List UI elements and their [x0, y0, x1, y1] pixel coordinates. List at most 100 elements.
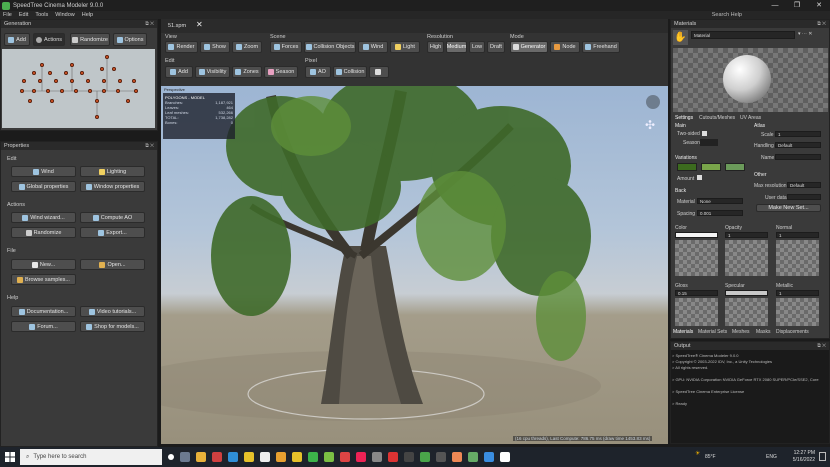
tab-material-sets[interactable]: Material Sets	[698, 329, 727, 335]
metallic-map-slot[interactable]	[776, 298, 819, 326]
tab-meshes[interactable]: Meshes	[732, 329, 750, 335]
3d-viewport[interactable]	[161, 86, 668, 444]
randomize-action-button[interactable]: Randomize	[11, 227, 76, 238]
generator-node[interactable]	[22, 79, 26, 83]
spacing-field[interactable]: 0.001	[697, 210, 743, 216]
menu-file[interactable]: File	[3, 12, 12, 18]
resolution-medium-button[interactable]: Medium	[446, 41, 467, 53]
vlc-icon[interactable]	[276, 452, 286, 462]
app-icon[interactable]	[404, 452, 414, 462]
resolution-high-button[interactable]: High	[427, 41, 444, 53]
app-icon[interactable]	[388, 452, 398, 462]
panel-menu-icon[interactable]: ⧉ ✕	[817, 20, 826, 28]
lighting-button[interactable]: Lighting	[80, 166, 145, 177]
collision-button[interactable]: Collision	[333, 66, 367, 78]
zones-button[interactable]: Zones	[232, 66, 262, 78]
generator-graph[interactable]	[2, 49, 155, 128]
variation-swatch[interactable]	[677, 163, 697, 171]
wind-button[interactable]: Wind	[11, 166, 76, 177]
gloss-map-slot[interactable]	[675, 298, 718, 326]
two-sided-checkbox[interactable]	[702, 131, 707, 136]
app-icon[interactable]	[308, 452, 318, 462]
ao-button[interactable]: AO	[305, 66, 331, 78]
app-icon[interactable]	[356, 452, 366, 462]
generator-node[interactable]	[64, 71, 68, 75]
window-properties-button[interactable]: Window properties	[80, 181, 145, 192]
menu-window[interactable]: Window	[55, 12, 75, 18]
material-options-icon[interactable]: ▾ ⋯ ✕	[798, 31, 812, 37]
forces-button[interactable]: Forces	[270, 41, 302, 53]
generator-node[interactable]	[70, 79, 74, 83]
max-res-dropdown[interactable]: Default	[787, 182, 821, 188]
generator-node[interactable]	[118, 79, 122, 83]
close-window-button[interactable]: ✕	[808, 0, 830, 11]
cortana-icon[interactable]	[168, 454, 174, 460]
generator-node[interactable]	[102, 89, 106, 93]
video-tutorials-button[interactable]: Video tutorials...	[80, 306, 145, 317]
variation-swatch[interactable]	[725, 163, 745, 171]
menu-help[interactable]: Help	[82, 12, 93, 18]
back-material-dropdown[interactable]: None	[697, 198, 743, 204]
generator-node[interactable]	[48, 71, 52, 75]
generator-node[interactable]	[60, 89, 64, 93]
menu-edit[interactable]: Edit	[19, 12, 28, 18]
generator-mode-button[interactable]: Generator	[510, 41, 548, 53]
app-icon[interactable]	[260, 452, 270, 462]
variation-swatch[interactable]	[701, 163, 721, 171]
app-icon[interactable]	[436, 452, 446, 462]
gloss-value-field[interactable]: 0.15	[675, 290, 718, 296]
app-icon[interactable]	[468, 452, 478, 462]
name-field[interactable]	[775, 154, 821, 160]
generator-node[interactable]	[102, 79, 106, 83]
scene-wind-button[interactable]: Wind	[358, 41, 388, 53]
opacity-value-field[interactable]: 1	[725, 232, 768, 238]
panel-menu-icon[interactable]: ⧉ ✕	[145, 142, 154, 150]
new-file-button[interactable]: New...	[11, 259, 76, 270]
task-view-icon[interactable]	[180, 452, 190, 462]
panel-menu-icon[interactable]: ⧉ ✕	[817, 342, 826, 350]
generator-node[interactable]	[20, 89, 24, 93]
pixel-extra-button[interactable]	[369, 66, 389, 78]
scale-field[interactable]: 1	[775, 131, 821, 137]
brave-icon[interactable]	[452, 452, 462, 462]
open-file-button[interactable]: Open...	[80, 259, 145, 270]
generator-node[interactable]	[126, 99, 130, 103]
normal-map-slot[interactable]	[776, 240, 819, 276]
specular-map-slot[interactable]	[725, 298, 768, 326]
tab-cutouts-meshes[interactable]: Cutouts/Meshes	[699, 115, 735, 121]
weather-temp[interactable]: 85°F	[705, 454, 716, 460]
app-icon[interactable]	[484, 452, 494, 462]
color-map-slot[interactable]	[675, 240, 718, 276]
wind-wizard-button[interactable]: Wind wizard...	[11, 212, 76, 223]
metallic-value-field[interactable]: 1	[776, 290, 819, 296]
menu-tools[interactable]: Tools	[35, 12, 48, 18]
shop-models-button[interactable]: Shop for models...	[80, 321, 145, 332]
taskbar-search[interactable]: ⌕ Type here to search	[20, 449, 162, 465]
color-value-field[interactable]	[675, 232, 718, 238]
generator-node[interactable]	[28, 99, 32, 103]
global-properties-button[interactable]: Global properties	[11, 181, 76, 192]
forum-button[interactable]: Forum...	[11, 321, 76, 332]
app-icon[interactable]	[292, 452, 302, 462]
app-icon[interactable]	[228, 452, 238, 462]
compute-ao-button[interactable]: Compute AO	[80, 212, 145, 223]
material-dropdown[interactable]: Material	[691, 31, 795, 39]
options-button[interactable]: Options	[113, 33, 147, 46]
close-tab-icon[interactable]: ✕	[196, 19, 203, 31]
generator-node[interactable]	[95, 99, 99, 103]
actions-button[interactable]: Actions	[33, 33, 65, 46]
generator-node[interactable]	[32, 71, 36, 75]
node-mode-button[interactable]: Node	[550, 41, 580, 53]
generator-node[interactable]	[116, 89, 120, 93]
generator-node[interactable]	[100, 67, 104, 71]
generator-node[interactable]	[54, 79, 58, 83]
make-new-set-button[interactable]: Make New Set...	[756, 204, 821, 212]
maximize-button[interactable]: ❐	[786, 0, 808, 11]
document-tab[interactable]: 51.spm	[168, 20, 186, 32]
visibility-button[interactable]: Visibility	[195, 66, 230, 78]
generator-node[interactable]	[38, 79, 42, 83]
generator-node[interactable]	[50, 99, 54, 103]
generator-node[interactable]	[105, 55, 109, 59]
normal-value-field[interactable]: 1	[776, 232, 819, 238]
clock[interactable]: 12:27 PM 5/16/2022	[785, 450, 815, 464]
